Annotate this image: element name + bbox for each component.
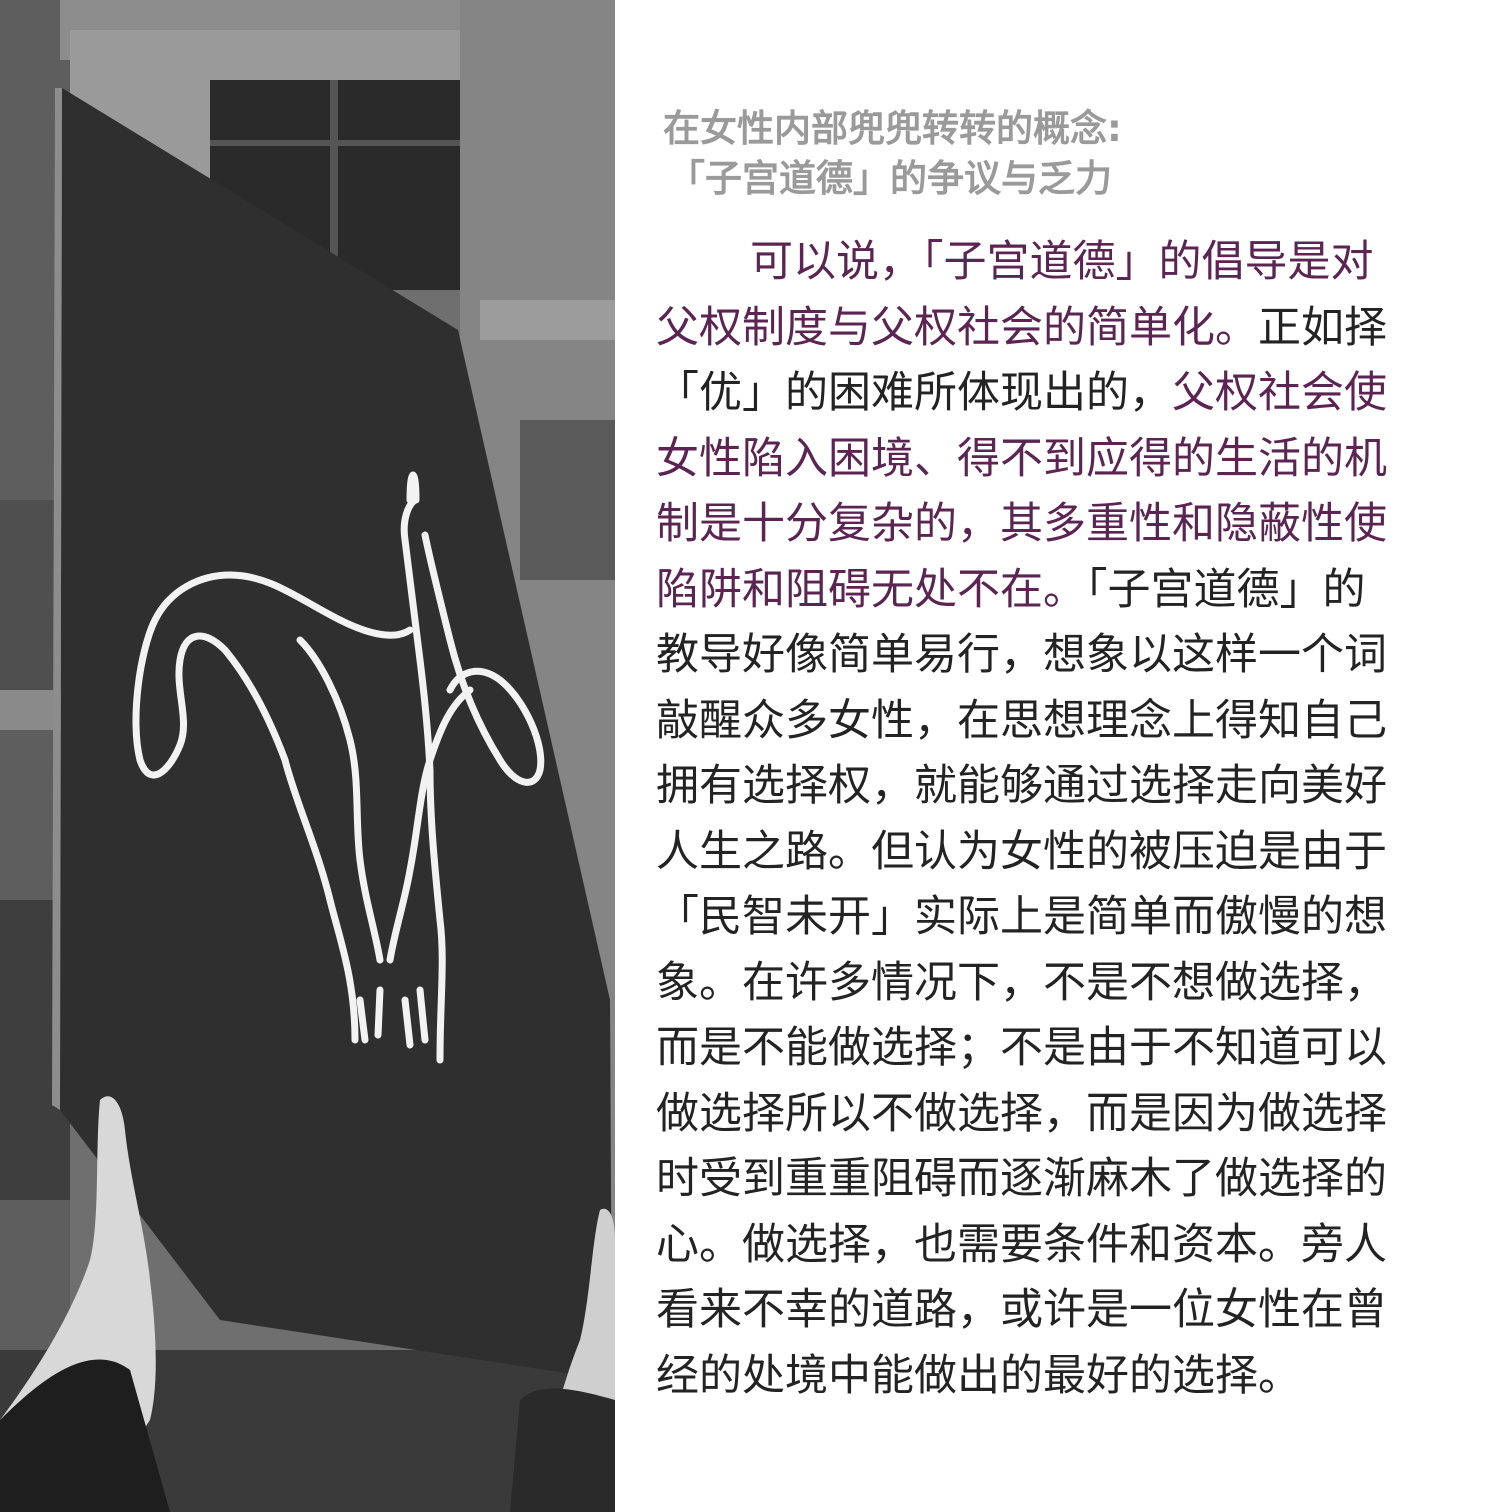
body-line: 拥有选择权，就能够通过选择走向美好 bbox=[656, 754, 1456, 820]
body-text-segment: 「优」的困难所体现出的， bbox=[656, 368, 1172, 418]
article-body: 可以说，「子宫道德」的倡导是对 父权制度与父权社会的简单化。正如择 「优」的困难所体… bbox=[656, 230, 1456, 1409]
body-text-segment: 敲醒众多女性，在思想理念上得知自己 bbox=[656, 695, 1387, 746]
body-line: 经的处境中能做出的最好的选择。 bbox=[656, 1344, 1456, 1410]
body-text-segment: 正如择 bbox=[1258, 302, 1387, 353]
body-line: 敲醒众多女性，在思想理念上得知自己 bbox=[656, 689, 1456, 755]
highlighted-text: 陷阱和阻碍无处不在。 bbox=[656, 564, 1086, 615]
body-line: 人生之路。但认为女性的被压迫是由于 bbox=[656, 820, 1456, 886]
article-title-line-1: 在女性内部兜兜转转的概念: bbox=[663, 107, 1122, 150]
highlighted-text: 父权社会使 bbox=[1172, 368, 1387, 418]
photo-illustration bbox=[0, 0, 615, 1512]
body-line: 象。在许多情况下，不是不想做选择， bbox=[656, 951, 1456, 1017]
body-text-segment: 教导好像简单易行，想象以这样一个词 bbox=[656, 630, 1387, 680]
body-line: 教导好像简单易行，想象以这样一个词 bbox=[656, 623, 1456, 689]
body-text-segment: 看来不幸的道路，或许是一位女性在曾 bbox=[656, 1285, 1387, 1335]
body-line: 「优」的困难所体现出的，父权社会使 bbox=[656, 361, 1456, 427]
body-text-segment: 「民智未开」实际上是简单而傲慢的想 bbox=[656, 892, 1387, 942]
highlighted-text: 父权制度与父权社会的简单化。 bbox=[656, 302, 1258, 353]
body-text-segment: 经的处境中能做出的最好的选择。 bbox=[656, 1350, 1301, 1401]
body-text-segment: 时受到重重阻碍而逐渐麻木了做选择的 bbox=[656, 1154, 1387, 1204]
body-line: 可以说，「子宫道德」的倡导是对 bbox=[656, 230, 1456, 296]
body-line: 「民智未开」实际上是简单而傲慢的想 bbox=[656, 885, 1456, 951]
body-line: 看来不幸的道路，或许是一位女性在曾 bbox=[656, 1278, 1456, 1344]
body-text-segment: 象。在许多情况下，不是不想做选择， bbox=[656, 957, 1387, 1008]
article-title-line-2: 「子宫道德」的争议与乏力 bbox=[668, 157, 1112, 200]
body-text-segment: 人生之路。但认为女性的被压迫是由于 bbox=[656, 826, 1387, 877]
body-text-segment: 心。做选择，也需要条件和资本。旁人 bbox=[656, 1219, 1387, 1270]
body-text-segment: 而是不能做选择；不是由于不知道可以 bbox=[656, 1023, 1387, 1073]
body-text-segment: 拥有选择权，就能够通过选择走向美好 bbox=[656, 761, 1387, 811]
body-line: 父权制度与父权社会的简单化。正如择 bbox=[656, 296, 1456, 362]
body-line: 时受到重重阻碍而逐渐麻木了做选择的 bbox=[656, 1147, 1456, 1213]
body-line: 做选择所以不做选择，而是因为做选择 bbox=[656, 1082, 1456, 1148]
body-line: 心。做选择，也需要条件和资本。旁人 bbox=[656, 1213, 1456, 1279]
body-line: 制是十分复杂的，其多重性和隐蔽性使 bbox=[656, 492, 1456, 558]
highlighted-text: 可以说，「子宫道德」的倡导是对 bbox=[750, 237, 1374, 287]
highlighted-text: 制是十分复杂的，其多重性和隐蔽性使 bbox=[656, 499, 1387, 549]
body-line: 女性陷入困境、得不到应得的生活的机 bbox=[656, 427, 1456, 493]
body-line: 而是不能做选择；不是由于不知道可以 bbox=[656, 1016, 1456, 1082]
protest-photo bbox=[0, 0, 615, 1512]
body-text-segment: 「子宫道德」的 bbox=[1086, 564, 1366, 615]
highlighted-text: 女性陷入困境、得不到应得的生活的机 bbox=[656, 433, 1387, 484]
body-text-segment: 做选择所以不做选择，而是因为做选择 bbox=[656, 1088, 1387, 1139]
body-line: 陷阱和阻碍无处不在。「子宫道德」的 bbox=[656, 558, 1456, 624]
